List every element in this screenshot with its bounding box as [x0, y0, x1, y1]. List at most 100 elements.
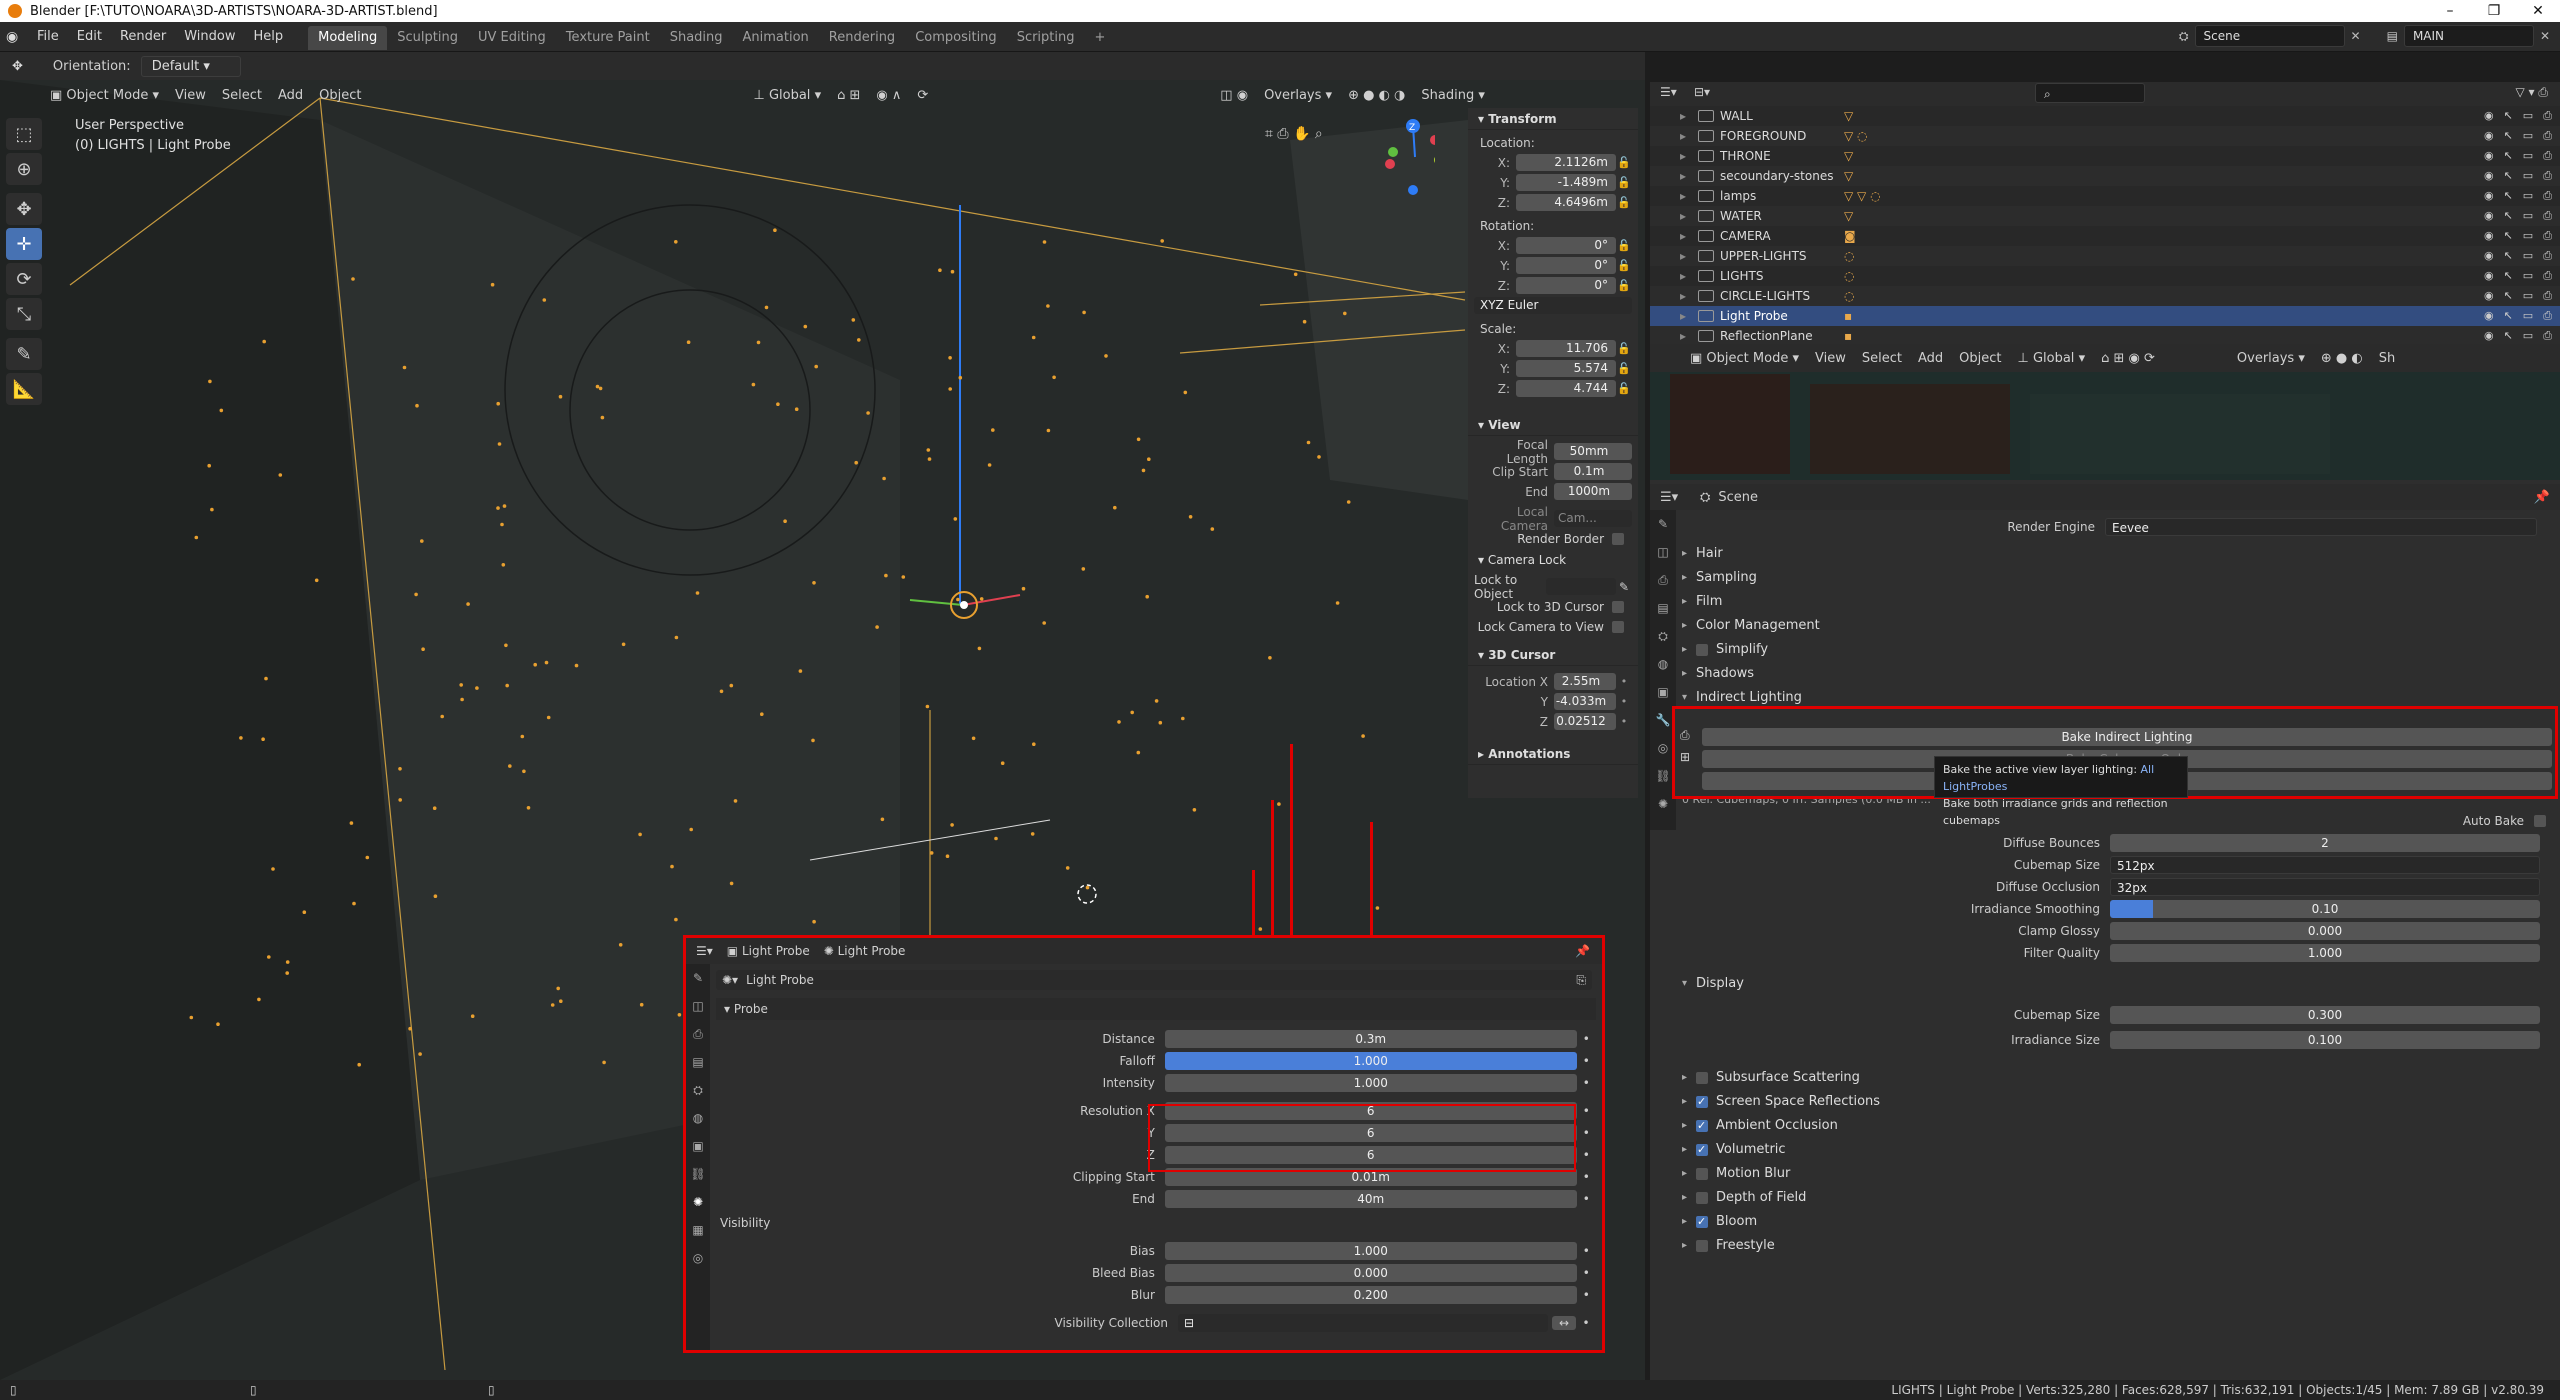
visibility-toggles[interactable]: ◉ ↖ ▭ ⎙ [2484, 306, 2552, 326]
field-value[interactable]: 1.000 [2110, 944, 2540, 962]
snap-icon[interactable]: ⌂ ⊞ [837, 88, 860, 103]
visibility-toggles[interactable]: ◉ ↖ ▭ ⎙ [2484, 246, 2552, 266]
filter-icon[interactable]: ▽ ▾ ⎙ [2516, 85, 2548, 100]
section-enable-checkbox[interactable] [1696, 1168, 1708, 1180]
close-icon[interactable]: ✕ [2516, 0, 2560, 22]
viewport-icon[interactable]: ▭ [2523, 286, 2533, 306]
lock-to-cursor-checkbox[interactable] [1612, 600, 1624, 613]
viewport-icon[interactable]: ▭ [2523, 106, 2533, 126]
select-icon[interactable]: ↖ [2504, 186, 2513, 206]
visibility-toggles[interactable]: ◉ ↖ ▭ ⎙ [2484, 206, 2552, 226]
section-enable-checkbox[interactable] [1696, 1138, 1708, 1162]
display-subpanel-header[interactable]: ▾ Display [1650, 972, 2560, 996]
outliner-item[interactable]: ▸ ReflectionPlane ▪ ◉ ↖ ▭ ⎙ [1650, 326, 2560, 346]
viewport-icon[interactable]: ▭ [2523, 246, 2533, 266]
visibility-toggles[interactable]: ◉ ↖ ▭ ⎙ [2484, 106, 2552, 126]
scene-tab-icon[interactable]: ⛭ [1650, 622, 1676, 650]
mini-shading-label[interactable]: Sh [2379, 351, 2396, 366]
blender-menu-icon[interactable]: ◉ [6, 29, 28, 45]
cursor-field[interactable]: -4.033m [1554, 693, 1616, 710]
pivot-icon[interactable]: ⟳ [917, 88, 928, 103]
mode-dropdown[interactable]: ▣ Object Mode ▾ [50, 88, 159, 103]
overlays-button[interactable]: Overlays ▾ [1264, 88, 1332, 103]
annotate-icon[interactable]: ✎ [6, 338, 42, 370]
object-tab-icon[interactable]: ▣ [1650, 678, 1676, 706]
clip-start-field[interactable]: 0.1m [1554, 463, 1632, 480]
expand-arrow-icon[interactable]: ▸ [1680, 226, 1692, 246]
eye-icon[interactable]: ◉ [2484, 186, 2494, 206]
scale-field[interactable]: 4.744 [1516, 380, 1616, 397]
eyedropper-icon[interactable]: ✎ [1616, 580, 1632, 594]
render-icon[interactable]: ⎙ [2543, 166, 2552, 186]
rotation-field[interactable]: 0° [1516, 257, 1616, 274]
eye-icon[interactable]: ◉ [2484, 246, 2494, 266]
lock-icon[interactable]: 🔓 [1616, 279, 1632, 292]
tab-rendering[interactable]: Rendering [819, 26, 905, 50]
render-icon[interactable]: ⎙ [2543, 286, 2552, 306]
lock-icon[interactable]: 🔓 [1616, 156, 1632, 169]
orientation-dropdown[interactable]: Default ▾ [140, 55, 241, 77]
visibility-toggles[interactable]: ◉ ↖ ▭ ⎙ [2484, 286, 2552, 306]
lock-icon[interactable]: 🔓 [1616, 176, 1632, 189]
visibility-icon[interactable]: ◫ ◉ [1220, 88, 1248, 103]
expand-arrow-icon[interactable]: ▸ [1680, 206, 1692, 226]
props-section-header[interactable]: ▸ Color Management [1650, 614, 2560, 638]
menu-select[interactable]: Select [222, 88, 262, 103]
outliner-item[interactable]: ▸ UPPER-LIGHTS ◌ ◉ ↖ ▭ ⎙ [1650, 246, 2560, 266]
lock-icon[interactable]: 🔓 [1616, 196, 1632, 209]
menu-window[interactable]: Window [175, 22, 244, 52]
eye-icon[interactable]: ◉ [2484, 166, 2494, 186]
field-value[interactable]: 2 [2110, 834, 2540, 852]
transform-section-header[interactable]: ▾ Transform [1468, 108, 1638, 130]
rotation-field[interactable]: 0° [1516, 237, 1616, 254]
clip-end-field[interactable]: 1000m [1554, 483, 1632, 500]
field-value[interactable]: 0.10 [2110, 900, 2540, 918]
lock-icon[interactable]: 🔓 [1616, 259, 1632, 272]
mini-transform-dropdown[interactable]: ⊥ Global ▾ [2017, 351, 2085, 366]
select-icon[interactable]: ↖ [2504, 246, 2513, 266]
menu-edit[interactable]: Edit [68, 22, 111, 52]
eye-icon[interactable]: ◉ [2484, 206, 2494, 226]
editor-type-icon[interactable]: ☰▾ [1660, 85, 1677, 99]
tab-texture-paint[interactable]: Texture Paint [556, 26, 660, 50]
render-icon[interactable]: ⎙ [2543, 106, 2552, 126]
restore-icon[interactable]: ❐ [2472, 0, 2516, 22]
visibility-toggles[interactable]: ◉ ↖ ▭ ⎙ [2484, 266, 2552, 286]
expand-arrow-icon[interactable]: ▸ [1680, 266, 1692, 286]
menu-add[interactable]: Add [278, 88, 303, 103]
select-icon[interactable]: ↖ [2504, 126, 2513, 146]
select-icon[interactable]: ↖ [2504, 306, 2513, 326]
tab-uv-editing[interactable]: UV Editing [468, 26, 556, 50]
field-value[interactable]: 0.300 [2110, 1005, 2540, 1024]
rotation-field[interactable]: 0° [1516, 277, 1616, 294]
cursor-field[interactable]: 0.02512 [1554, 713, 1616, 730]
menu-render[interactable]: Render [111, 22, 175, 52]
expand-arrow-icon[interactable]: ▸ [1680, 146, 1692, 166]
location-field[interactable]: 4.6496m [1516, 194, 1616, 211]
cursor-tool-icon[interactable]: ⊕ [6, 153, 42, 185]
render-icon[interactable]: ⎙ [2543, 266, 2552, 286]
tool-tab-icon[interactable]: ✎ [1650, 510, 1676, 538]
section-enable-checkbox[interactable] [1696, 1192, 1708, 1204]
expand-arrow-icon[interactable]: ▸ [1680, 186, 1692, 206]
render-icon[interactable]: ⎙ [2543, 226, 2552, 246]
minimize-icon[interactable]: – [2428, 0, 2472, 22]
menu-help[interactable]: Help [245, 22, 293, 52]
render-icon[interactable]: ⎙ [2543, 326, 2552, 346]
viewport-icon[interactable]: ▭ [2523, 146, 2533, 166]
props-section-header[interactable]: ▸ Screen Space Reflections [1650, 1090, 2560, 1114]
menu-file[interactable]: File [28, 22, 68, 52]
props-section-header[interactable]: ▸ Shadows [1650, 662, 2560, 686]
expand-arrow-icon[interactable]: ▸ [1680, 106, 1692, 126]
add-workspace-button[interactable]: + [1085, 26, 1116, 50]
lock-icon[interactable]: 🔓 [1616, 382, 1632, 395]
outliner-item[interactable]: ▸ LIGHTS ◌ ◉ ↖ ▭ ⎙ [1650, 266, 2560, 286]
props-section-header[interactable]: ▸ Simplify [1650, 638, 2560, 662]
field-value[interactable]: 512px [2110, 856, 2540, 874]
eye-icon[interactable]: ◉ [2484, 146, 2494, 166]
render-icon[interactable]: ⎙ [2543, 186, 2552, 206]
visibility-toggles[interactable]: ◉ ↖ ▭ ⎙ [2484, 326, 2552, 346]
eye-icon[interactable]: ◉ [2484, 326, 2494, 346]
select-box-icon[interactable]: ⬚ [6, 118, 42, 150]
mini-menu-object[interactable]: Object [1959, 351, 2001, 366]
